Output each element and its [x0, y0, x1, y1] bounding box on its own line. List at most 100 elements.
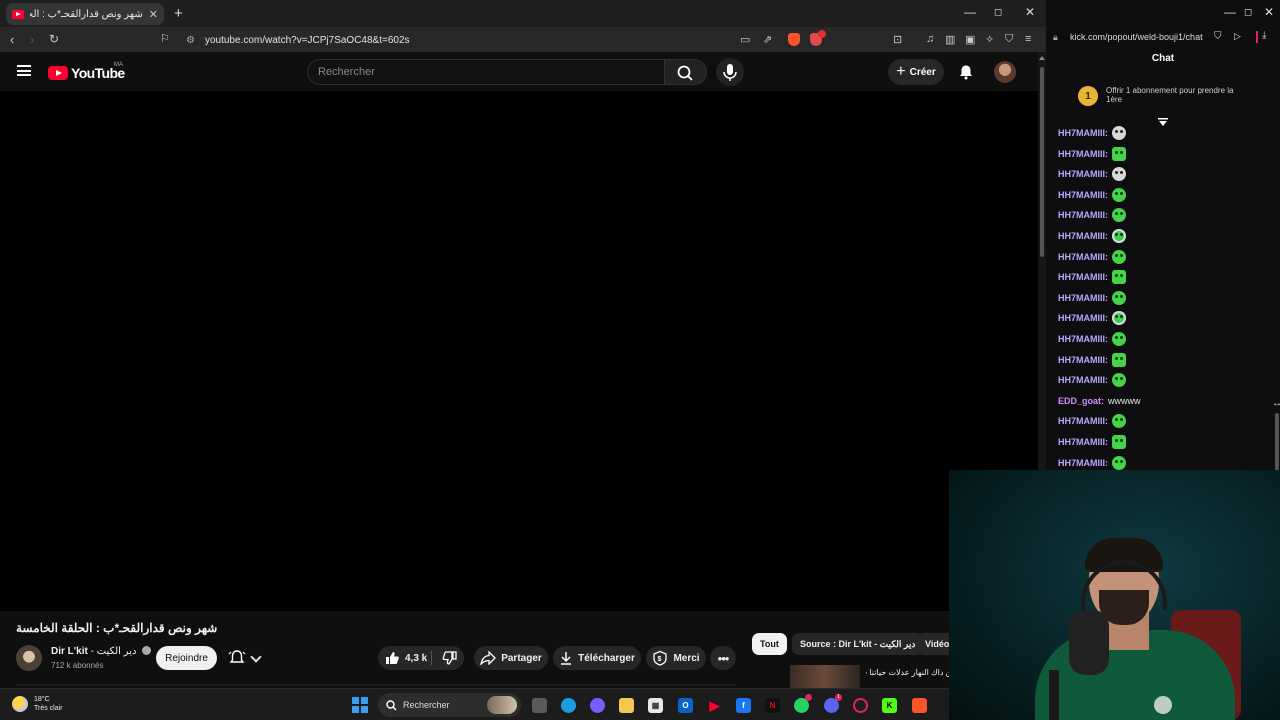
thanks-button[interactable]: $ Merci — [646, 646, 706, 670]
edge-icon[interactable] — [561, 698, 576, 713]
task-view-icon[interactable] — [532, 698, 547, 713]
copilot-icon[interactable] — [590, 698, 605, 713]
search-input[interactable]: Rechercher — [307, 59, 665, 85]
taskbar-search[interactable]: Rechercher — [378, 693, 521, 717]
opera-icon[interactable] — [853, 698, 868, 713]
chip-all[interactable]: Tout — [752, 633, 787, 655]
video-player[interactable] — [0, 91, 1038, 611]
chat-username[interactable]: HH7MAMIII: — [1058, 375, 1108, 385]
share-label: Partager — [501, 652, 542, 664]
sidebar-icon[interactable]: ▥ — [945, 33, 955, 46]
recommended-video-title[interactable]: من داك النهار عدلات حياتنا فيديو قصة الح… — [866, 667, 956, 678]
bookmark-icon[interactable]: ⚐ — [160, 32, 170, 45]
chat-close-icon[interactable]: ✕ — [1264, 5, 1274, 19]
create-label: Créer — [909, 66, 936, 78]
brave-shields-icon[interactable] — [788, 33, 800, 46]
join-button[interactable]: Rejoindre — [156, 646, 217, 670]
chat-username[interactable]: HH7MAMIII: — [1058, 458, 1108, 468]
like-button[interactable]: 4,3 k — [384, 650, 427, 666]
chat-scrollbar[interactable] — [1274, 53, 1280, 473]
url-text: youtube.com/watch?v=JCPj7SaOC48&t=602s — [204, 34, 410, 46]
play-icon[interactable]: ▷ — [1234, 31, 1241, 42]
chat-message: HH7MAMIII: — [1058, 270, 1126, 285]
notifications-bell-icon[interactable] — [958, 64, 974, 80]
chat-username[interactable]: HH7MAMIII: — [1058, 252, 1108, 262]
chat-username[interactable]: HH7MAMIII: — [1058, 128, 1108, 138]
account-avatar[interactable] — [994, 61, 1016, 83]
thumbs-down-icon[interactable] — [442, 650, 458, 666]
chat-username[interactable]: HH7MAMIII: — [1058, 293, 1108, 303]
chat-address-bar[interactable]: 🔒︎ kick.com/popout/weld-bouji1/chat ⛉ ▷ … — [1046, 27, 1280, 49]
gift-sub-banner[interactable]: 1 Offrir 1 abonnement pour prendre la 1è… — [1078, 86, 1248, 106]
media-icon[interactable]: ♫ — [926, 33, 934, 45]
store-icon[interactable]: ▦ — [648, 698, 663, 713]
chat-minimize-icon[interactable]: — — [1224, 5, 1236, 19]
chat-maximize-icon[interactable]: ◻ — [1244, 7, 1252, 18]
scrollbar-thumb[interactable] — [1040, 67, 1044, 257]
wallet-icon[interactable]: ▣ — [965, 33, 975, 46]
brave-taskbar-icon[interactable] — [912, 698, 927, 713]
extensions-icon[interactable]: ⊡ — [893, 33, 902, 46]
chat-username[interactable]: HH7MAMIII: — [1058, 190, 1108, 200]
forward-icon[interactable]: › — [30, 32, 34, 47]
search-button[interactable] — [665, 59, 707, 85]
menu-icon[interactable]: ≡ — [1025, 33, 1031, 45]
chat-username[interactable]: HH7MAMIII: — [1058, 355, 1108, 365]
chat-username[interactable]: HH7MAMIII: — [1058, 210, 1108, 220]
chat-username[interactable]: EDD_goat: — [1058, 396, 1104, 406]
site-settings-icon[interactable]: ⚙ — [186, 35, 195, 46]
chat-username[interactable]: HH7MAMIII: — [1058, 272, 1108, 282]
create-button[interactable]: + Créer — [888, 59, 944, 85]
chat-username[interactable]: HH7MAMIII: — [1058, 231, 1108, 241]
chat-scrollbar-thumb[interactable] — [1275, 413, 1279, 471]
pinned-filter-icon[interactable] — [1158, 118, 1168, 127]
cast-icon[interactable]: ▭ — [740, 33, 750, 46]
close-window-icon[interactable]: ✕ — [1025, 5, 1035, 19]
close-tab-icon[interactable]: ✕ — [149, 8, 158, 21]
chat-username[interactable]: HH7MAMIII: — [1058, 169, 1108, 179]
facebook-icon[interactable]: f — [736, 698, 751, 713]
channel-name[interactable]: Dir L'kit - دير الكيت — [51, 646, 152, 657]
outlook-icon[interactable]: O — [678, 698, 693, 713]
kick-icon[interactable]: K — [882, 698, 897, 713]
share-icon[interactable]: ⇗ — [763, 33, 772, 46]
maximize-icon[interactable]: ◻ — [994, 7, 1002, 18]
back-icon[interactable]: ‹ — [10, 32, 14, 47]
recommended-video-thumbnail[interactable] — [790, 665, 860, 688]
chat-download-icon[interactable]: ⤓ — [1262, 30, 1266, 41]
more-actions-button[interactable]: ••• — [710, 646, 736, 670]
hamburger-menu-icon[interactable] — [17, 65, 31, 76]
chat-username[interactable]: HH7MAMIII: — [1058, 149, 1108, 159]
chat-username[interactable]: HH7MAMIII: — [1058, 437, 1108, 447]
download-button[interactable]: Télécharger — [553, 646, 641, 670]
chevron-down-icon[interactable] — [250, 651, 262, 663]
leo-icon[interactable]: ✧ — [985, 33, 994, 46]
new-tab-icon[interactable]: + — [174, 5, 183, 22]
share-button[interactable]: Partager — [474, 646, 548, 670]
youtube-app-icon[interactable]: ▶ — [707, 698, 722, 713]
shield-icon[interactable]: ⛉ — [1214, 31, 1222, 42]
chat-username[interactable]: HH7MAMIII: — [1058, 416, 1108, 426]
start-windows-icon[interactable] — [352, 697, 368, 713]
chat-message: HH7MAMIII: — [1058, 249, 1126, 264]
browser-tab-youtube[interactable]: شهر ونص قدارالقحـ*ب : الحلقة الخا ✕ — [6, 3, 164, 25]
file-explorer-icon[interactable] — [619, 698, 634, 713]
chat-message: HH7MAMIII: — [1058, 414, 1126, 429]
chip-source[interactable]: Source : Dir L'kit - دير الكيت — [792, 633, 924, 655]
subscription-bell-icon[interactable] — [228, 649, 246, 667]
voice-search-button[interactable] — [716, 58, 744, 86]
vpn-icon[interactable]: ⛉ — [1005, 33, 1013, 46]
chat-message: HH7MAMIII: — [1058, 229, 1126, 243]
chat-message: HH7MAMIII: — [1058, 435, 1126, 449]
scroll-up-icon[interactable] — [1039, 56, 1045, 60]
netflix-icon[interactable]: N — [765, 698, 780, 713]
minimize-icon[interactable]: — — [964, 5, 976, 19]
chat-username[interactable]: HH7MAMIII: — [1058, 313, 1108, 323]
weather-widget[interactable]: 18°C Très clair — [12, 695, 63, 713]
address-bar: ‹ › ↻ ⚐ ⚙ youtube.com/watch?v=JCPj7SaOC4… — [0, 27, 1046, 53]
microphone — [1069, 610, 1109, 675]
channel-avatar[interactable] — [16, 645, 42, 671]
reload-icon[interactable]: ↻ — [49, 32, 59, 46]
youtube-logo[interactable]: YouTube MA — [48, 62, 125, 81]
chat-username[interactable]: HH7MAMIII: — [1058, 334, 1108, 344]
